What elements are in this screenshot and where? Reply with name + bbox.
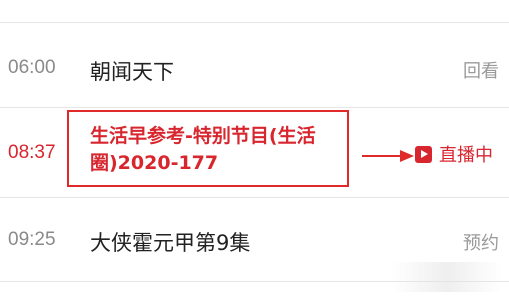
watermark	[392, 262, 502, 292]
top-divider	[0, 22, 509, 23]
program-time: 09:25	[8, 229, 56, 250]
row-divider	[0, 197, 509, 198]
program-title: 朝闻天下	[90, 60, 174, 84]
replay-button[interactable]: 回看	[463, 57, 499, 83]
play-square-icon	[415, 145, 432, 163]
program-time: 08:37	[8, 142, 56, 163]
live-now-button[interactable]: 直播中	[415, 141, 493, 167]
live-status-label: 直播中	[439, 145, 493, 166]
annotation-highlight-box	[67, 110, 349, 187]
program-time: 06:00	[8, 57, 56, 78]
program-title: 大侠霍元甲第9集	[90, 231, 251, 255]
arrow-right-icon	[362, 150, 414, 162]
reserve-button[interactable]: 预约	[463, 229, 499, 255]
row-divider	[0, 107, 509, 108]
